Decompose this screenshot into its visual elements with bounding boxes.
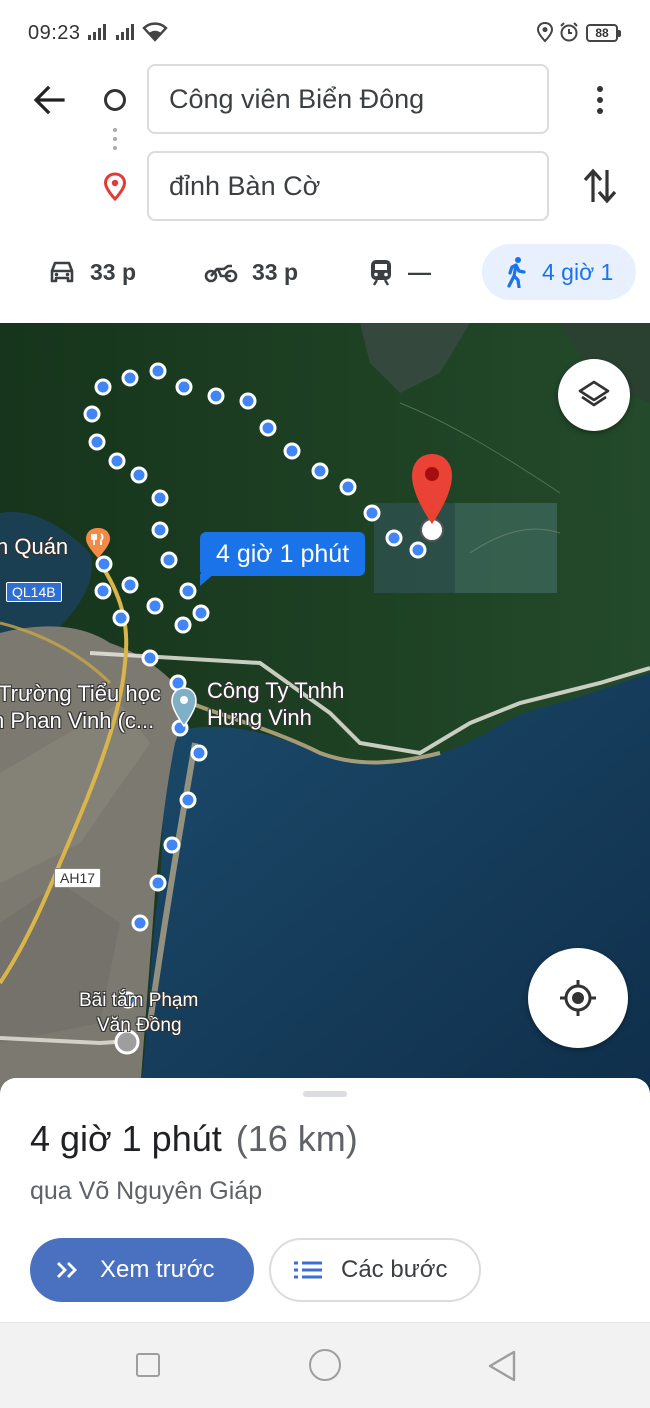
status-bar: 09:23 88 (0, 0, 650, 66)
map-label-beach-line1: Bãi tắm Phạm (79, 990, 199, 1011)
map-label-company-line1: Công Ty Tnhh (207, 678, 345, 703)
route-dot (94, 378, 112, 396)
route-dot (339, 478, 357, 496)
mode-label: 33 p (90, 258, 137, 285)
back-triangle-icon[interactable] (486, 1349, 518, 1383)
route-distance: (16 km) (235, 1118, 358, 1159)
system-nav-bar (0, 1322, 650, 1408)
route-dot (83, 405, 101, 423)
steps-button[interactable]: Các bước (269, 1238, 481, 1302)
map-label-restaurant: n Quán (0, 534, 69, 559)
map-label-school-line2: n Phan Vinh (c... (0, 708, 155, 733)
list-icon (294, 1261, 322, 1279)
location-icon (536, 21, 554, 43)
route-duration-label[interactable]: 4 giờ 1 phút (200, 532, 366, 586)
route-dot (175, 378, 193, 396)
route-dot (94, 582, 112, 600)
swap-icon[interactable] (580, 164, 620, 208)
crosshair-icon (560, 980, 596, 1016)
route-dot (192, 604, 210, 622)
home-icon[interactable] (309, 1349, 341, 1381)
steps-label: Các bước (341, 1256, 448, 1283)
route-dot (149, 874, 167, 892)
mode-label: — (408, 258, 431, 285)
route-summary-title: 4 giờ 1 phút (16 km) (30, 1118, 358, 1160)
map-label-company-line2: Hưng Vinh (207, 705, 312, 730)
route-dot (112, 609, 130, 627)
car-icon (50, 261, 74, 283)
route-connector (113, 128, 117, 155)
route-dot (179, 582, 197, 600)
transit-icon (371, 260, 391, 286)
origin-circle-icon (104, 89, 126, 111)
route-dot (121, 369, 139, 387)
back-button[interactable] (26, 76, 74, 124)
recent-apps-icon[interactable] (136, 1353, 160, 1377)
layers-button[interactable] (558, 359, 630, 431)
motorbike-icon (204, 264, 238, 283)
preview-button[interactable]: Xem trước (30, 1238, 254, 1302)
battery-icon: 88 (586, 24, 621, 42)
layers-icon (578, 380, 610, 407)
route-dot (151, 521, 169, 539)
route-dot (179, 791, 197, 809)
mode-walk[interactable]: 4 giờ 1 (482, 244, 636, 300)
more-options-button[interactable] (584, 78, 616, 122)
destination-pin-icon (103, 172, 127, 202)
preview-label: Xem trước (100, 1256, 215, 1283)
my-location-button[interactable] (528, 948, 628, 1048)
route-via: qua Võ Nguyên Giáp (30, 1177, 263, 1205)
map-label-school-line1: Trường Tiểu học (0, 681, 161, 706)
route-dot (207, 387, 225, 405)
route-dot (174, 616, 192, 634)
route-dot (385, 529, 403, 547)
alarm-icon (560, 22, 578, 42)
route-dot (151, 489, 169, 507)
origin-field[interactable]: Công viên Biển Đông (147, 64, 549, 134)
route-dot (160, 551, 178, 569)
route-dot (311, 462, 329, 480)
arrow-left-icon (33, 85, 65, 115)
restaurant-icon (86, 528, 110, 558)
map-label-beach-line2: Văn Đồng (97, 1015, 182, 1036)
route-dot (283, 442, 301, 460)
destination-field[interactable]: đỉnh Bàn Cờ (147, 151, 549, 221)
route-dot (239, 392, 257, 410)
mode-transit[interactable]: — (368, 244, 431, 300)
double-chevron-icon (57, 1262, 77, 1278)
road-tag-ql14b: QL14B (6, 582, 62, 602)
wifi-icon (142, 22, 168, 42)
route-dot (149, 362, 167, 380)
route-dot (163, 836, 181, 854)
route-dot (121, 576, 139, 594)
destination-map-pin-icon (412, 454, 452, 542)
route-dot (190, 744, 208, 762)
route-dot (130, 466, 148, 484)
route-dot (146, 597, 164, 615)
mode-car[interactable]: 33 p (48, 244, 136, 300)
mode-label: 33 p (252, 258, 299, 285)
mode-motorbike[interactable]: 33 p (204, 244, 298, 300)
route-dot (131, 914, 149, 932)
route-summary-sheet[interactable]: 4 giờ 1 phút (16 km) qua Võ Nguyên Giáp X… (0, 1078, 650, 1322)
route-dot (88, 433, 106, 451)
road-tag-ah17: AH17 (54, 868, 102, 888)
walk-icon (507, 257, 526, 288)
route-dot (259, 419, 277, 437)
route-duration: 4 giờ 1 phút (30, 1118, 222, 1159)
mode-label: 4 giờ 1 (542, 258, 614, 285)
sheet-drag-handle[interactable] (303, 1091, 347, 1097)
route-dot (141, 649, 159, 667)
route-dot (108, 452, 126, 470)
status-time: 09:23 (28, 22, 81, 44)
place-marker-icon (171, 687, 197, 728)
route-dot (363, 504, 381, 522)
